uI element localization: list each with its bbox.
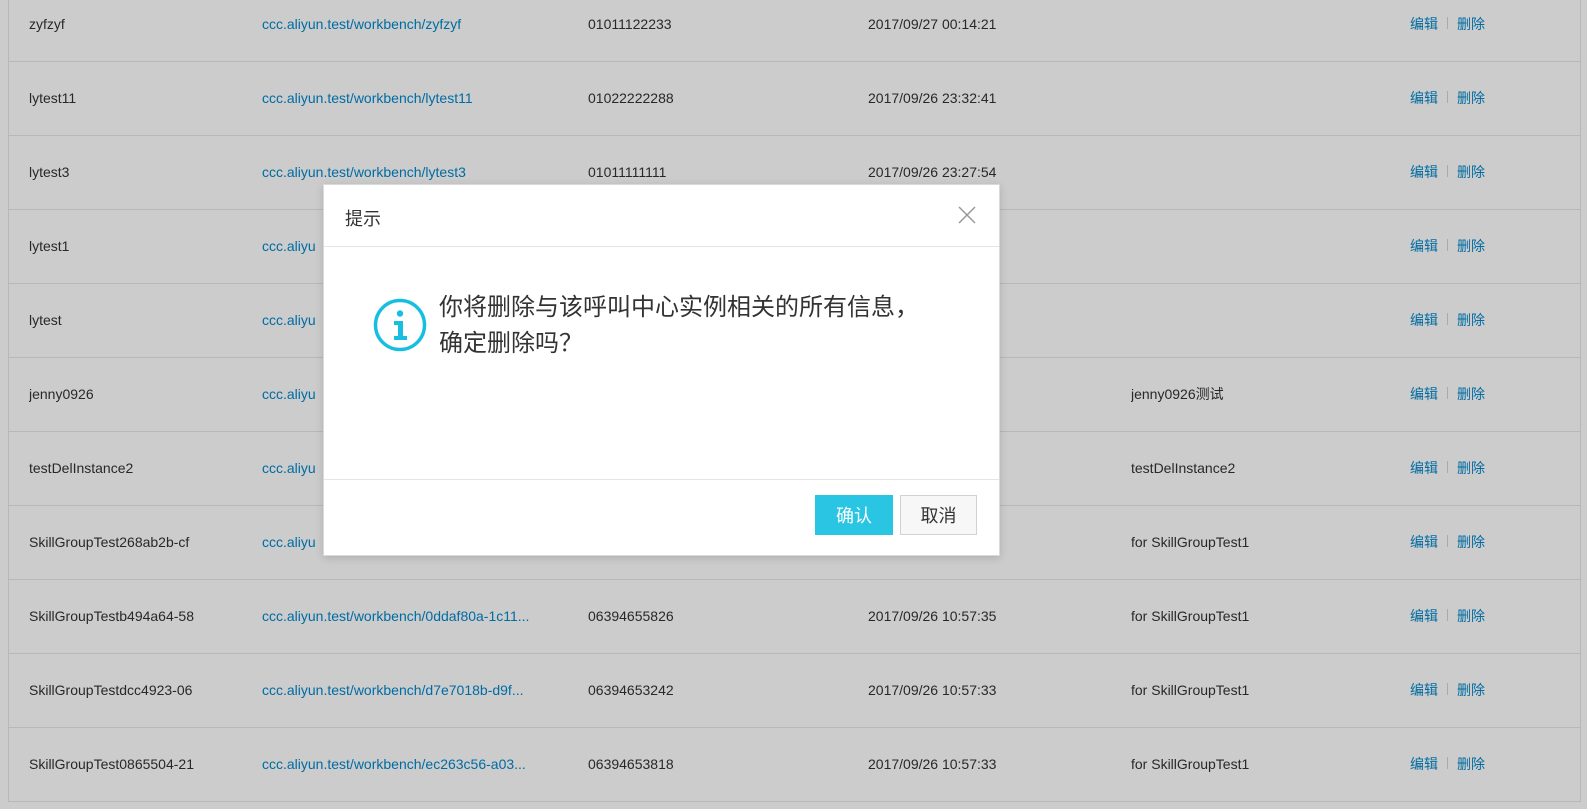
dialog-footer: 确认 取消 (324, 479, 999, 556)
confirm-dialog: 提示 你将删除与该呼叫中心实例相关的所有信息， 确定删除吗？ 确认 取消 (323, 184, 1000, 556)
dialog-header: 提示 (324, 185, 999, 247)
dialog-title: 提示 (345, 209, 381, 229)
dialog-message-line2: 确定删除吗？ (439, 330, 583, 357)
info-icon (372, 297, 428, 353)
dialog-message: 你将删除与该呼叫中心实例相关的所有信息， 确定删除吗？ (439, 290, 959, 362)
close-icon[interactable] (957, 205, 977, 225)
dialog-body: 你将删除与该呼叫中心实例相关的所有信息， 确定删除吗？ (324, 247, 999, 476)
dialog-message-line1: 你将删除与该呼叫中心实例相关的所有信息， (439, 294, 919, 321)
confirm-button[interactable]: 确认 (815, 495, 893, 535)
page: zyfzyf ccc.aliyun.test/workbench/zyfzyf 01… (0, 0, 1587, 809)
cancel-button[interactable]: 取消 (900, 495, 977, 535)
